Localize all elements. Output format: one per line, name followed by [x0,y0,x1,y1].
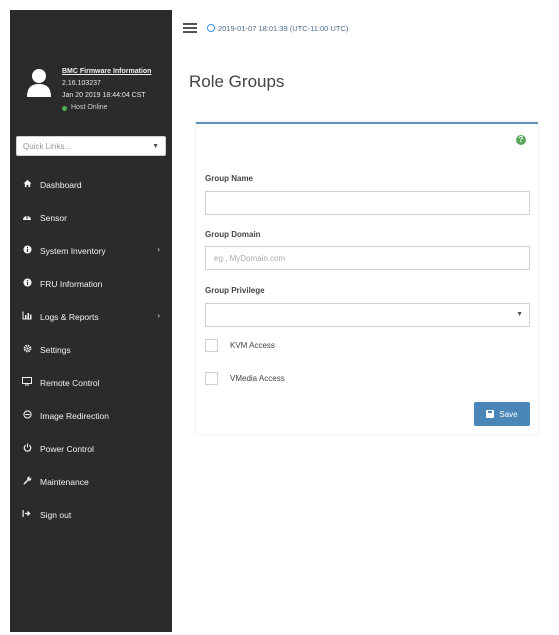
save-button[interactable]: Save [474,402,530,426]
sensor-icon [20,212,34,223]
firmware-version: 2.16.103237 [62,80,101,87]
group-privilege-label: Group Privilege [205,286,265,295]
caret-down-icon: ▼ [152,142,159,150]
sidebar-item-label: Sign out [40,509,72,520]
chevron-right-icon: › [157,245,160,254]
group-domain-label: Group Domain [205,230,261,239]
host-status-text: Host Online [71,104,108,111]
quick-links-placeholder: Quick Links... [23,141,72,151]
sidebar-item-dashboard[interactable]: Dashboard [10,168,172,201]
group-domain-input[interactable]: eg., MyDomain.com [205,246,530,270]
sidebar-item-system-inventory[interactable]: System Inventory › [10,234,172,267]
sidebar-item-label: FRU Information [40,278,103,289]
monitor-icon [20,377,34,388]
sidebar-item-remote-control[interactable]: Remote Control [10,366,172,399]
sidebar-item-fru-information[interactable]: FRU Information [10,267,172,300]
user-avatar-icon [27,69,51,97]
sidebar: BMC Firmware Information 2.16.103237 Jan… [10,10,172,632]
kvm-access-label: KVM Access [230,341,275,350]
group-name-input[interactable] [205,191,530,215]
sign-out-icon [20,509,34,520]
kvm-access-checkbox[interactable] [205,339,218,352]
info-icon [20,278,34,289]
kvm-access-row: KVM Access [205,339,275,352]
group-privilege-select[interactable]: ▼ [205,303,530,327]
dashboard-icon [20,179,34,190]
host-status: Host Online [62,102,170,114]
sidebar-item-label: Sensor [40,212,67,223]
sidebar-item-maintenance[interactable]: Maintenance [10,465,172,498]
user-info: BMC Firmware Information 2.16.103237 Jan… [10,10,172,128]
top-bar: 2019-01-07 18:01:39 (UTC-11:00 UTC) [183,18,348,38]
sidebar-item-label: System Inventory [40,245,106,256]
firmware-info-link[interactable]: BMC Firmware Information [62,66,170,78]
page-title: Role Groups [189,72,285,91]
disc-icon [20,410,34,421]
sidebar-item-sign-out[interactable]: Sign out [10,498,172,531]
datetime-text: 2019-01-07 18:01:39 (UTC-11:00 UTC) [218,23,349,33]
info-icon [20,245,34,256]
role-group-form-card: ? Group Name Group Domain eg., MyDomain.… [196,122,538,434]
sidebar-item-label: Image Redirection [40,410,109,421]
vmedia-access-label: VMedia Access [230,374,285,383]
help-icon[interactable]: ? [516,135,526,145]
bar-chart-icon [20,311,34,322]
chevron-right-icon: › [157,311,160,320]
sidebar-item-logs-reports[interactable]: Logs & Reports › [10,300,172,333]
save-button-label: Save [499,409,518,419]
wrench-icon [20,476,34,487]
sidebar-item-settings[interactable]: Settings [10,333,172,366]
sidebar-item-label: Remote Control [40,377,100,388]
sidebar-item-label: Settings [40,344,71,355]
sidebar-item-image-redirection[interactable]: Image Redirection [10,399,172,432]
status-dot-icon [62,105,67,111]
sidebar-item-sensor[interactable]: Sensor [10,201,172,234]
group-name-label: Group Name [205,174,254,183]
sidebar-item-label: Power Control [40,443,94,454]
sidebar-item-power-control[interactable]: Power Control [10,432,172,465]
gear-icon [20,344,34,355]
save-disk-icon [486,410,495,418]
sidebar-item-label: Dashboard [40,179,82,190]
hamburger-menu-icon[interactable] [183,23,197,33]
power-icon [20,443,34,454]
sidebar-nav: Dashboard Sensor System Inventory › FRU … [10,168,172,531]
firmware-build-date: Jan 20 2019 18:44:04 CST [62,92,146,99]
vmedia-access-row: VMedia Access [205,372,285,385]
sidebar-item-label: Logs & Reports [40,311,99,322]
caret-down-icon: ▼ [516,311,523,318]
globe-icon [207,24,215,32]
quick-links-select[interactable]: Quick Links... ▼ [16,136,166,156]
sidebar-item-label: Maintenance [40,476,89,487]
vmedia-access-checkbox[interactable] [205,372,218,385]
